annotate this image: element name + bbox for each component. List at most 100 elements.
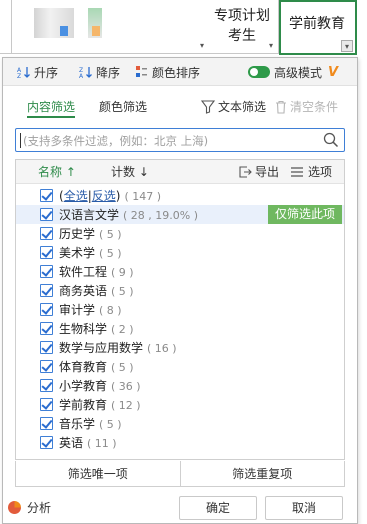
invert-selection-link[interactable]: 反选 [92,189,116,203]
search-input[interactable]: (支持多条件过滤，例如：北京 上海) [15,128,345,152]
list-item[interactable]: 美术学( 5 ) [16,243,344,262]
list-item[interactable]: 软件工程( 9 ) [16,262,344,281]
toggle-switch[interactable] [248,66,270,78]
checkbox[interactable] [40,189,53,202]
list-item-label: 审计学( 8 ) [59,302,122,319]
list-item-label: 生物科学( 2 ) [59,321,134,338]
value-list: 名称 ↑ 计数 ↓ 导出 选项 (全选|反选)( 147 ) 汉语言文学 (2… [15,159,345,460]
sort-descending-button[interactable]: ZA 降序 [79,64,121,81]
sort-ascending-button[interactable]: AZ 升序 [17,64,58,81]
item-count: ( 11 ) [87,437,117,450]
options-button[interactable]: 选项 [290,164,332,180]
export-button[interactable]: 导出 [238,164,279,180]
count-column-label: 计数 [111,165,136,179]
list-item[interactable]: 小学教育( 36 ) [16,376,344,395]
list-item[interactable]: 音乐学( 5 ) [16,414,344,433]
analyze-label: 分析 [27,501,52,515]
options-label: 选项 [308,165,333,179]
list-item[interactable]: 汉语言文学( 28 , 19.0% ) 仅筛选此项 [16,205,344,224]
list-item-label: 商务英语( 5 ) [59,283,134,300]
search-placeholder: (支持多条件过滤，例如：北京 上海) [23,134,209,148]
advanced-mode-toggle[interactable]: 高级模式 V [248,64,338,80]
cancel-button[interactable]: 取消 [265,496,343,520]
ok-button[interactable]: 确定 [179,496,257,520]
select-all-label: (全选|反选)( 147 ) [59,189,162,203]
list-item[interactable]: 数学与应用数学( 16 ) [16,338,344,357]
vip-badge-icon: V [328,64,339,80]
item-name: 数学与应用数学 [59,341,144,355]
checkbox[interactable] [40,379,53,392]
item-name: 美术学 [59,246,96,260]
row-header-cell [0,0,12,54]
list-item[interactable]: 历史学( 5 ) [16,224,344,243]
item-count: ( 5 ) [99,228,122,241]
list-header: 名称 ↑ 计数 ↓ 导出 选项 [16,160,344,184]
checkbox[interactable] [40,284,53,297]
sort-toolbar: AZ 升序 ZA 降序 颜色排序 高级模式 V [3,58,357,86]
unique-duplicate-bar: 筛选唯一项 筛选重复项 [15,461,345,487]
item-name: 汉语言文学 [59,208,120,222]
list-item[interactable]: 生物科学( 2 ) [16,319,344,338]
item-count: ( 12 ) [111,399,141,412]
checkbox[interactable] [40,227,53,240]
list-item-select-all[interactable]: (全选|反选)( 147 ) [16,186,344,205]
menu-icon [290,165,304,179]
color-sort-button[interactable]: 颜色排序 [135,64,200,80]
list-item[interactable]: 审计学( 8 ) [16,300,344,319]
list-item[interactable]: 商务英语( 5 ) [16,281,344,300]
list-item-label: 软件工程( 9 ) [59,264,134,281]
search-icon[interactable] [323,132,339,148]
checkbox[interactable] [40,208,53,221]
checkbox[interactable] [40,303,53,316]
advanced-mode-label: 高级模式 [274,65,323,80]
color-sort-label: 颜色排序 [152,65,201,80]
checkbox[interactable] [40,417,53,430]
tab-content-filter[interactable]: 内容筛选 [27,98,76,118]
funnel-icon [200,100,216,114]
blurred-cell-content [92,26,100,36]
sort-descending-icon: ZA [79,65,93,80]
checkbox[interactable] [40,398,53,411]
clear-conditions-button[interactable]: 清空条件 [275,98,338,116]
checkbox[interactable] [40,322,53,335]
list-item[interactable]: 学前教育( 12 ) [16,395,344,414]
checkbox[interactable] [40,436,53,449]
item-name: 软件工程 [59,265,108,279]
filter-unique-button[interactable]: 筛选唯一项 [16,461,180,486]
filter-dropdown-icon[interactable]: ▾ [341,40,353,52]
list-item[interactable]: 英语( 11 ) [16,433,344,452]
checkbox[interactable] [40,341,53,354]
analyze-button[interactable]: 分析 [8,499,51,516]
tab-color-filter[interactable]: 颜色筛选 [99,98,147,116]
filter-dropdown-icon[interactable]: ▾ [265,40,277,52]
text-filter-button[interactable]: 文本筛选 [200,98,266,116]
blurred-cell-content [34,8,74,38]
item-name: 学前教育 [59,398,108,412]
item-count: ( 147 ) [124,190,162,203]
sort-by-count-button[interactable]: 计数 ↓ [111,164,149,180]
svg-text:Z: Z [17,73,21,79]
filter-duplicate-button[interactable]: 筛选重复项 [179,461,345,486]
list-item-label: 历史学( 5 ) [59,226,122,243]
filter-only-this-button[interactable]: 仅筛选此项 [268,205,342,224]
checkbox[interactable] [40,246,53,259]
checkbox[interactable] [40,265,53,278]
sort-descending-label: 降序 [96,65,121,80]
column-header-cell-selected[interactable]: 学前教育 ▾ [279,0,357,55]
list-item-label: 体育教育( 5 ) [59,359,134,376]
export-icon [238,165,252,179]
clear-conditions-label: 清空条件 [290,100,339,114]
item-count: ( 5 ) [111,285,134,298]
checkbox[interactable] [40,360,53,373]
list-item[interactable]: 体育教育( 5 ) [16,357,344,376]
item-count: ( 8 ) [99,304,122,317]
list-item-label: 数学与应用数学( 16 ) [59,340,177,357]
column-header-cell[interactable]: 专项计划考生 ▾ [207,0,279,54]
text-cursor [20,133,21,148]
select-all-link[interactable]: 全选 [64,189,88,203]
item-name: 小学教育 [59,379,108,393]
color-sort-icon [135,65,149,79]
sort-by-name-button[interactable]: 名称 ↑ [38,164,76,180]
item-count: ( 9 ) [111,266,134,279]
item-count: ( 36 ) [111,380,141,393]
